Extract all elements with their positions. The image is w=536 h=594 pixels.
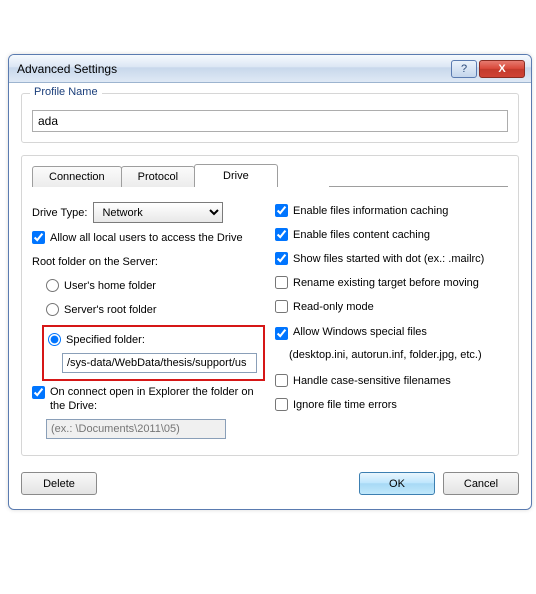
tab-connection[interactable]: Connection	[32, 166, 122, 187]
window-title: Advanced Settings	[17, 62, 449, 76]
read-only-label: Read-only mode	[293, 301, 374, 313]
tab-protocol[interactable]: Protocol	[121, 166, 195, 187]
specified-folder-input[interactable]	[62, 353, 257, 373]
titlebar-buttons: ? X	[449, 60, 525, 78]
specified-folder-highlight: Specified folder:	[42, 325, 265, 381]
read-only-row: Read-only mode	[275, 298, 508, 316]
show-dot-files-checkbox[interactable]	[275, 252, 288, 265]
case-sensitive-label: Handle case-sensitive filenames	[293, 375, 451, 387]
allow-special-checkbox[interactable]	[275, 327, 288, 340]
close-icon: X	[498, 63, 505, 75]
rename-existing-label: Rename existing target before moving	[293, 277, 479, 289]
radio-server-root[interactable]	[46, 303, 59, 316]
specified-path-row	[48, 353, 257, 373]
dialog-footer: Delete OK Cancel	[9, 472, 531, 509]
radio-specified-label: Specified folder:	[66, 334, 145, 346]
radio-server-root-row: Server's root folder	[32, 301, 265, 319]
ignore-time-row: Ignore file time errors	[275, 396, 508, 414]
allow-all-users-row: Allow all local users to access the Driv…	[32, 229, 265, 247]
footer-spacer	[105, 472, 351, 495]
right-column: Enable files information caching Enable …	[275, 202, 508, 439]
allow-special-sub-row: (desktop.ini, autorun.inf, folder.jpg, e…	[275, 346, 508, 364]
case-sensitive-row: Handle case-sensitive filenames	[275, 372, 508, 390]
enable-info-caching-checkbox[interactable]	[275, 204, 288, 217]
case-sensitive-checkbox[interactable]	[275, 374, 288, 387]
tab-bar: Connection Protocol Drive	[22, 156, 518, 187]
radio-specified-row: Specified folder:	[48, 331, 257, 349]
profile-name-label: Profile Name	[30, 86, 102, 98]
root-folder-label: Root folder on the Server:	[32, 256, 158, 268]
rename-existing-checkbox[interactable]	[275, 276, 288, 289]
help-icon: ?	[461, 63, 467, 75]
cancel-button[interactable]: Cancel	[443, 472, 519, 495]
radio-user-home-label: User's home folder	[64, 280, 156, 292]
enable-info-caching-label: Enable files information caching	[293, 205, 448, 217]
drive-type-select[interactable]: Network	[93, 202, 223, 223]
root-folder-label-row: Root folder on the Server:	[32, 253, 265, 271]
allow-special-sublabel: (desktop.ini, autorun.inf, folder.jpg, e…	[289, 349, 482, 361]
delete-button[interactable]: Delete	[21, 472, 97, 495]
rename-existing-row: Rename existing target before moving	[275, 274, 508, 292]
show-dot-files-row: Show files started with dot (ex.: .mailr…	[275, 250, 508, 268]
ignore-time-label: Ignore file time errors	[293, 399, 397, 411]
settings-group: Connection Protocol Drive Drive Type: Ne…	[21, 155, 519, 456]
radio-specified-folder[interactable]	[48, 333, 61, 346]
tab-drive[interactable]: Drive	[194, 164, 278, 187]
radio-user-home[interactable]	[46, 279, 59, 292]
allow-all-users-checkbox[interactable]	[32, 231, 45, 244]
enable-content-caching-row: Enable files content caching	[275, 226, 508, 244]
allow-all-users-label: Allow all local users to access the Driv…	[50, 232, 243, 244]
drive-type-label: Drive Type:	[32, 207, 87, 219]
titlebar: Advanced Settings ? X	[9, 55, 531, 83]
allow-special-label: Allow Windows special files	[293, 326, 427, 338]
on-connect-path-row	[32, 419, 265, 439]
on-connect-checkbox[interactable]	[32, 386, 45, 399]
left-column: Drive Type: Network Allow all local user…	[32, 202, 265, 439]
tab-content-drive: Drive Type: Network Allow all local user…	[22, 188, 518, 455]
ok-button[interactable]: OK	[359, 472, 435, 495]
profile-name-input[interactable]	[32, 110, 508, 132]
ignore-time-checkbox[interactable]	[275, 398, 288, 411]
close-button[interactable]: X	[479, 60, 525, 78]
enable-content-caching-checkbox[interactable]	[275, 228, 288, 241]
dialog-body: Profile Name Connection Protocol Drive D…	[9, 83, 531, 472]
enable-info-caching-row: Enable files information caching	[275, 202, 508, 220]
radio-user-home-row: User's home folder	[32, 277, 265, 295]
radio-server-root-label: Server's root folder	[64, 304, 157, 316]
on-connect-path-input[interactable]	[46, 419, 226, 439]
on-connect-row: On connect open in Explorer the folder o…	[32, 385, 265, 413]
enable-content-caching-label: Enable files content caching	[293, 229, 430, 241]
read-only-checkbox[interactable]	[275, 300, 288, 313]
advanced-settings-dialog: Advanced Settings ? X Profile Name Conne…	[8, 54, 532, 510]
allow-special-row: Allow Windows special files	[275, 326, 508, 344]
profile-name-group: Profile Name	[21, 93, 519, 143]
show-dot-files-label: Show files started with dot (ex.: .mailr…	[293, 253, 484, 265]
help-button[interactable]: ?	[451, 60, 477, 78]
on-connect-label: On connect open in Explorer the folder o…	[50, 385, 265, 413]
drive-type-row: Drive Type: Network	[32, 202, 265, 223]
